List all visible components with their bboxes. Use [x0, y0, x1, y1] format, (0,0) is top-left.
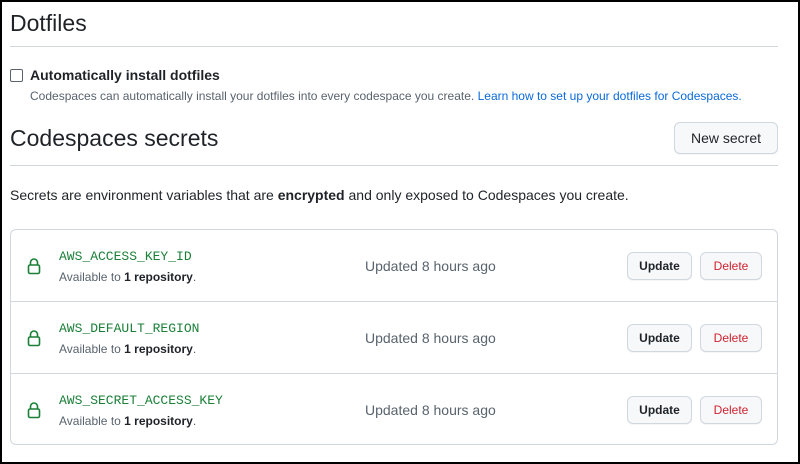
auto-install-checkbox[interactable]	[10, 68, 23, 82]
update-secret-button[interactable]: Update	[627, 396, 692, 424]
secrets-desc-suffix: and only exposed to Codespaces you creat…	[344, 187, 629, 203]
availability-count: 1 repository	[124, 270, 193, 284]
secret-availability: Available to 1 repository.	[59, 269, 196, 285]
delete-secret-button[interactable]: Delete	[700, 252, 762, 280]
availability-suffix: .	[192, 270, 197, 284]
secret-updated-time: Updated 8 hours ago	[365, 330, 496, 346]
codespaces-secrets-heading: Codespaces secrets	[10, 125, 219, 151]
availability-count: 1 repository	[124, 342, 193, 356]
lock-icon	[27, 330, 41, 347]
lock-icon	[27, 402, 41, 419]
section-divider	[10, 165, 778, 166]
dotfiles-heading: Dotfiles	[10, 10, 87, 36]
secrets-description: Secrets are environment variables that a…	[10, 186, 629, 204]
secret-row: AWS_ACCESS_KEY_ID Available to 1 reposit…	[11, 230, 777, 302]
secret-row: AWS_SECRET_ACCESS_KEY Available to 1 rep…	[11, 373, 777, 444]
secret-availability: Available to 1 repository.	[59, 413, 196, 429]
section-divider	[10, 46, 778, 47]
secret-name: AWS_DEFAULT_REGION	[59, 321, 200, 336]
dotfiles-help-text: Codespaces can automatically install you…	[30, 88, 742, 104]
secret-updated-time: Updated 8 hours ago	[365, 402, 496, 418]
availability-prefix: Available to	[59, 270, 125, 284]
secrets-list: AWS_ACCESS_KEY_ID Available to 1 reposit…	[10, 229, 778, 445]
update-secret-button[interactable]: Update	[627, 252, 692, 280]
secrets-desc-bold: encrypted	[277, 187, 345, 203]
new-secret-button[interactable]: New secret	[674, 122, 778, 154]
lock-icon	[27, 258, 41, 275]
availability-prefix: Available to	[59, 414, 125, 428]
dotfiles-help-link[interactable]: Learn how to set up your dotfiles for Co…	[478, 89, 742, 103]
secret-row: AWS_DEFAULT_REGION Available to 1 reposi…	[11, 301, 777, 373]
auto-install-label[interactable]: Automatically install dotfiles	[30, 66, 220, 84]
secrets-desc-prefix: Secrets are environment variables that a…	[10, 187, 278, 203]
auto-install-row[interactable]: Automatically install dotfiles	[10, 66, 220, 84]
secret-name: AWS_ACCESS_KEY_ID	[59, 249, 192, 264]
update-secret-button[interactable]: Update	[627, 324, 692, 352]
delete-secret-button[interactable]: Delete	[700, 396, 762, 424]
secret-availability: Available to 1 repository.	[59, 341, 196, 357]
delete-secret-button[interactable]: Delete	[700, 324, 762, 352]
dotfiles-help-description: Codespaces can automatically install you…	[30, 89, 475, 103]
secret-name: AWS_SECRET_ACCESS_KEY	[59, 393, 223, 408]
availability-count: 1 repository	[124, 414, 193, 428]
secret-updated-time: Updated 8 hours ago	[365, 258, 496, 274]
availability-suffix: .	[192, 414, 197, 428]
availability-suffix: .	[192, 342, 197, 356]
availability-prefix: Available to	[59, 342, 125, 356]
